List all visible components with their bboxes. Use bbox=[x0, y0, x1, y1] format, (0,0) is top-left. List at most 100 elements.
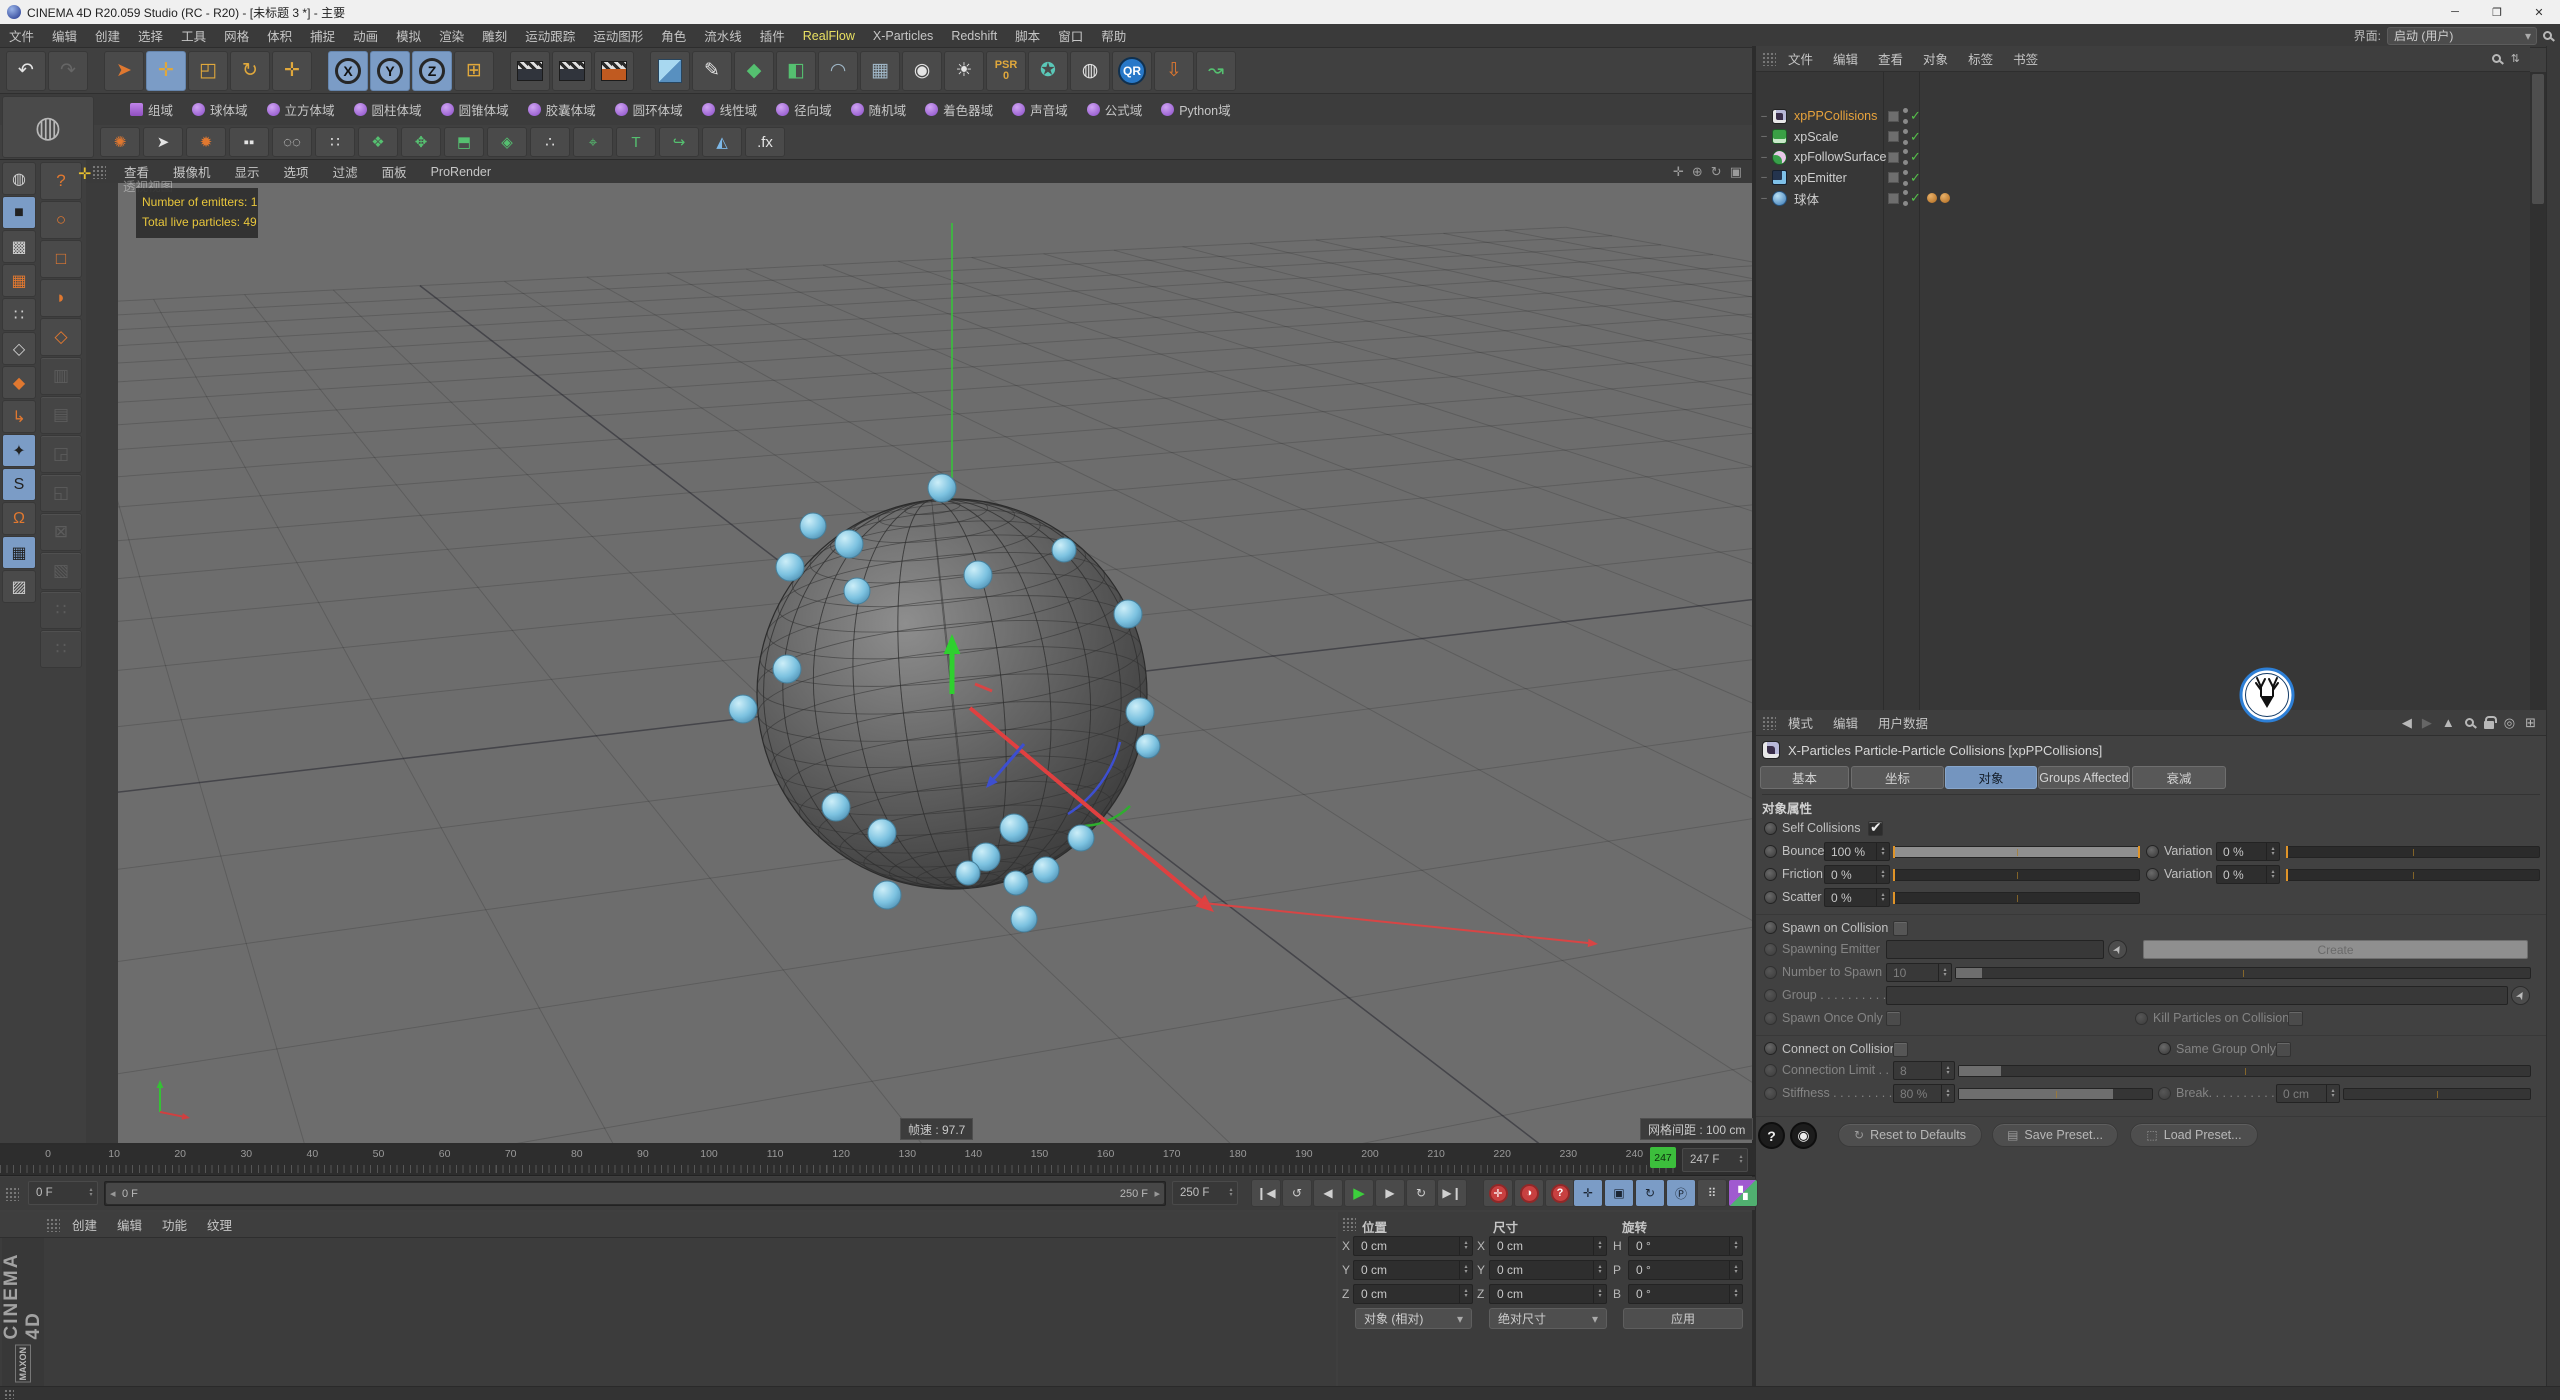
edit-spline[interactable]: ◌◌ bbox=[272, 127, 312, 157]
toolbar-button[interactable] bbox=[90, 51, 102, 91]
om-menu-item[interactable]: 编辑 bbox=[1823, 46, 1868, 71]
mirror-tool[interactable]: ▥ bbox=[40, 357, 82, 395]
workplane-mode[interactable]: ▦ bbox=[2, 264, 36, 297]
position-z-field[interactable]: 0 cm bbox=[1353, 1284, 1473, 1304]
bend-deformer[interactable]: ↝ bbox=[1196, 50, 1236, 91]
menu-item[interactable]: 插件 bbox=[751, 24, 794, 47]
rotate-view[interactable]: ↻ bbox=[1711, 164, 1722, 180]
reset-defaults-button[interactable]: ↻ Reset to Defaults bbox=[1838, 1123, 1982, 1147]
center-tool[interactable]: ◲ bbox=[40, 435, 82, 473]
viewport-menu-item[interactable]: 过滤 bbox=[321, 160, 370, 183]
make-editable-globe[interactable]: ◍ bbox=[2, 96, 94, 158]
visibility-dots[interactable] bbox=[1903, 169, 1908, 187]
menu-item[interactable]: 选择 bbox=[129, 24, 172, 47]
texture-mode[interactable]: ▩ bbox=[2, 230, 36, 263]
timeline-ruler[interactable]: 247 247 F 0 10 20 30 40 50 60 70 80 90 100 110 120 13… bbox=[0, 1145, 1755, 1176]
duplicate-tool[interactable]: ▧ bbox=[40, 552, 82, 590]
download[interactable]: ⇩ bbox=[1154, 50, 1194, 91]
scale-tool[interactable]: ◰ bbox=[188, 50, 228, 91]
inner-extrude[interactable]: ⬒ bbox=[444, 127, 484, 157]
apply-button[interactable]: 应用 bbox=[1623, 1308, 1743, 1329]
magnet-points[interactable]: ✹ bbox=[186, 127, 226, 157]
field-preset-button[interactable]: 胶囊体域 bbox=[527, 100, 596, 119]
object-name[interactable]: xpFollowSurface bbox=[1794, 150, 1886, 164]
close-button[interactable]: ✕ bbox=[2518, 0, 2560, 24]
field-preset-button[interactable]: 组域 bbox=[130, 100, 173, 119]
record-options[interactable]: ? bbox=[1545, 1179, 1575, 1207]
field-preset-button[interactable]: 球体域 bbox=[192, 100, 248, 119]
menu-item[interactable]: X-Particles bbox=[864, 24, 942, 47]
field-preset-button[interactable]: 立方体域 bbox=[266, 100, 335, 119]
goto-start[interactable]: ❙◀ bbox=[1251, 1179, 1281, 1207]
rotation-h-field[interactable]: 0 ° bbox=[1628, 1236, 1743, 1256]
subdivide[interactable]: ❖ bbox=[358, 127, 398, 157]
panel-grip[interactable] bbox=[92, 164, 106, 179]
om-menu-item[interactable]: 书签 bbox=[2003, 46, 2048, 71]
extrude-poly[interactable]: ✥ bbox=[401, 127, 441, 157]
next-frame[interactable]: ▶ bbox=[1375, 1179, 1405, 1207]
set-point-value[interactable]: ▪▪ bbox=[229, 127, 269, 157]
camera-object[interactable]: ◉ bbox=[902, 50, 942, 91]
lock-x-axis[interactable]: X bbox=[328, 50, 368, 91]
visibility-dots[interactable] bbox=[1903, 107, 1908, 125]
coordinate-system[interactable]: ⊞ bbox=[454, 50, 494, 91]
field-preset-button[interactable]: 圆锥体域 bbox=[440, 100, 509, 119]
enabled-checkmark[interactable] bbox=[1910, 170, 1921, 186]
menu-item[interactable]: 帮助 bbox=[1092, 24, 1135, 47]
lock-y-axis[interactable]: Y bbox=[370, 50, 410, 91]
visibility-dots[interactable] bbox=[1903, 189, 1908, 207]
viewport-menu-item[interactable]: 选项 bbox=[272, 160, 321, 183]
points-mode[interactable]: ∷ bbox=[2, 298, 36, 331]
menu-item[interactable]: 网格 bbox=[215, 24, 258, 47]
menu-item[interactable]: 捕捉 bbox=[301, 24, 344, 47]
viewport-menu-item[interactable]: 面板 bbox=[370, 160, 419, 183]
lasso-selection[interactable]: ◗ bbox=[40, 279, 82, 317]
am-menu-item[interactable]: 用户数据 bbox=[1868, 710, 1938, 735]
attribute-tab[interactable]: 基本 bbox=[1760, 766, 1849, 789]
viewport-menu-item[interactable]: ProRender bbox=[419, 160, 503, 183]
stiffness-field[interactable]: 80 % bbox=[1893, 1084, 1955, 1103]
new-panel-icon[interactable]: ⊞ bbox=[2525, 715, 2536, 731]
key-rotation[interactable]: ↻ bbox=[1635, 1179, 1665, 1207]
bounce-field[interactable]: 100 % bbox=[1824, 842, 1890, 861]
break-field[interactable]: 0 cm bbox=[2276, 1084, 2340, 1103]
move-tool[interactable]: ✛ bbox=[146, 50, 186, 91]
visibility-dots[interactable] bbox=[1903, 148, 1908, 166]
help-tool[interactable]: ? bbox=[40, 162, 82, 200]
object-picker-icon[interactable] bbox=[2511, 986, 2530, 1005]
enabled-checkmark[interactable] bbox=[1910, 129, 1921, 145]
subdivision-surface[interactable]: ◆ bbox=[734, 50, 774, 91]
spline-arc[interactable]: ◠ bbox=[818, 50, 858, 91]
connection-limit-field[interactable]: 8 bbox=[1893, 1061, 1955, 1080]
pan-view[interactable]: ✛ bbox=[1673, 164, 1684, 180]
enabled-checkmark[interactable] bbox=[1910, 149, 1921, 165]
prev-frame[interactable]: ◀ bbox=[1313, 1179, 1343, 1207]
object-name[interactable]: xpEmitter bbox=[1794, 171, 1847, 185]
size-z-field[interactable]: 0 cm bbox=[1489, 1284, 1607, 1304]
field-preset-button[interactable]: Python域 bbox=[1161, 100, 1231, 119]
group-field[interactable] bbox=[1886, 986, 2508, 1005]
object-name[interactable]: xpPPCollisions bbox=[1794, 109, 1877, 123]
polygons-mode[interactable]: ◆ bbox=[2, 366, 36, 399]
connection-limit-slider[interactable] bbox=[1958, 1065, 2531, 1077]
workplane-sync[interactable]: ▨ bbox=[2, 570, 36, 603]
transfer-tool[interactable]: ◱ bbox=[40, 474, 82, 512]
rotation-p-field[interactable]: 0 ° bbox=[1628, 1260, 1743, 1280]
field-preset-button[interactable]: 公式域 bbox=[1086, 100, 1142, 119]
material-menu-item[interactable]: 编辑 bbox=[107, 1212, 152, 1237]
field-preset-button[interactable]: 径向域 bbox=[776, 100, 832, 119]
size-mode-dropdown[interactable]: 绝对尺寸 bbox=[1489, 1308, 1607, 1329]
attribute-tab[interactable]: 对象 bbox=[1945, 766, 2037, 789]
loop-playback[interactable]: ↻ bbox=[1406, 1179, 1436, 1207]
menu-item[interactable]: 运动图形 bbox=[584, 24, 652, 47]
key-parameter[interactable]: Ⓟ bbox=[1666, 1179, 1696, 1207]
attribute-tab[interactable]: Groups Affected bbox=[2038, 766, 2130, 789]
extrude-nurbs[interactable]: ◧ bbox=[776, 50, 816, 91]
key-scale[interactable]: ▣ bbox=[1604, 1179, 1634, 1207]
live-selection[interactable]: ➤ bbox=[104, 50, 144, 91]
arrange-tool[interactable]: ▤ bbox=[40, 396, 82, 434]
search-icon[interactable] bbox=[2491, 54, 2501, 63]
attribute-tab[interactable]: 坐标 bbox=[1851, 766, 1944, 789]
smooth-shift[interactable]: ∴ bbox=[530, 127, 570, 157]
xparticles-help-icon[interactable]: ? bbox=[1758, 1122, 1785, 1149]
